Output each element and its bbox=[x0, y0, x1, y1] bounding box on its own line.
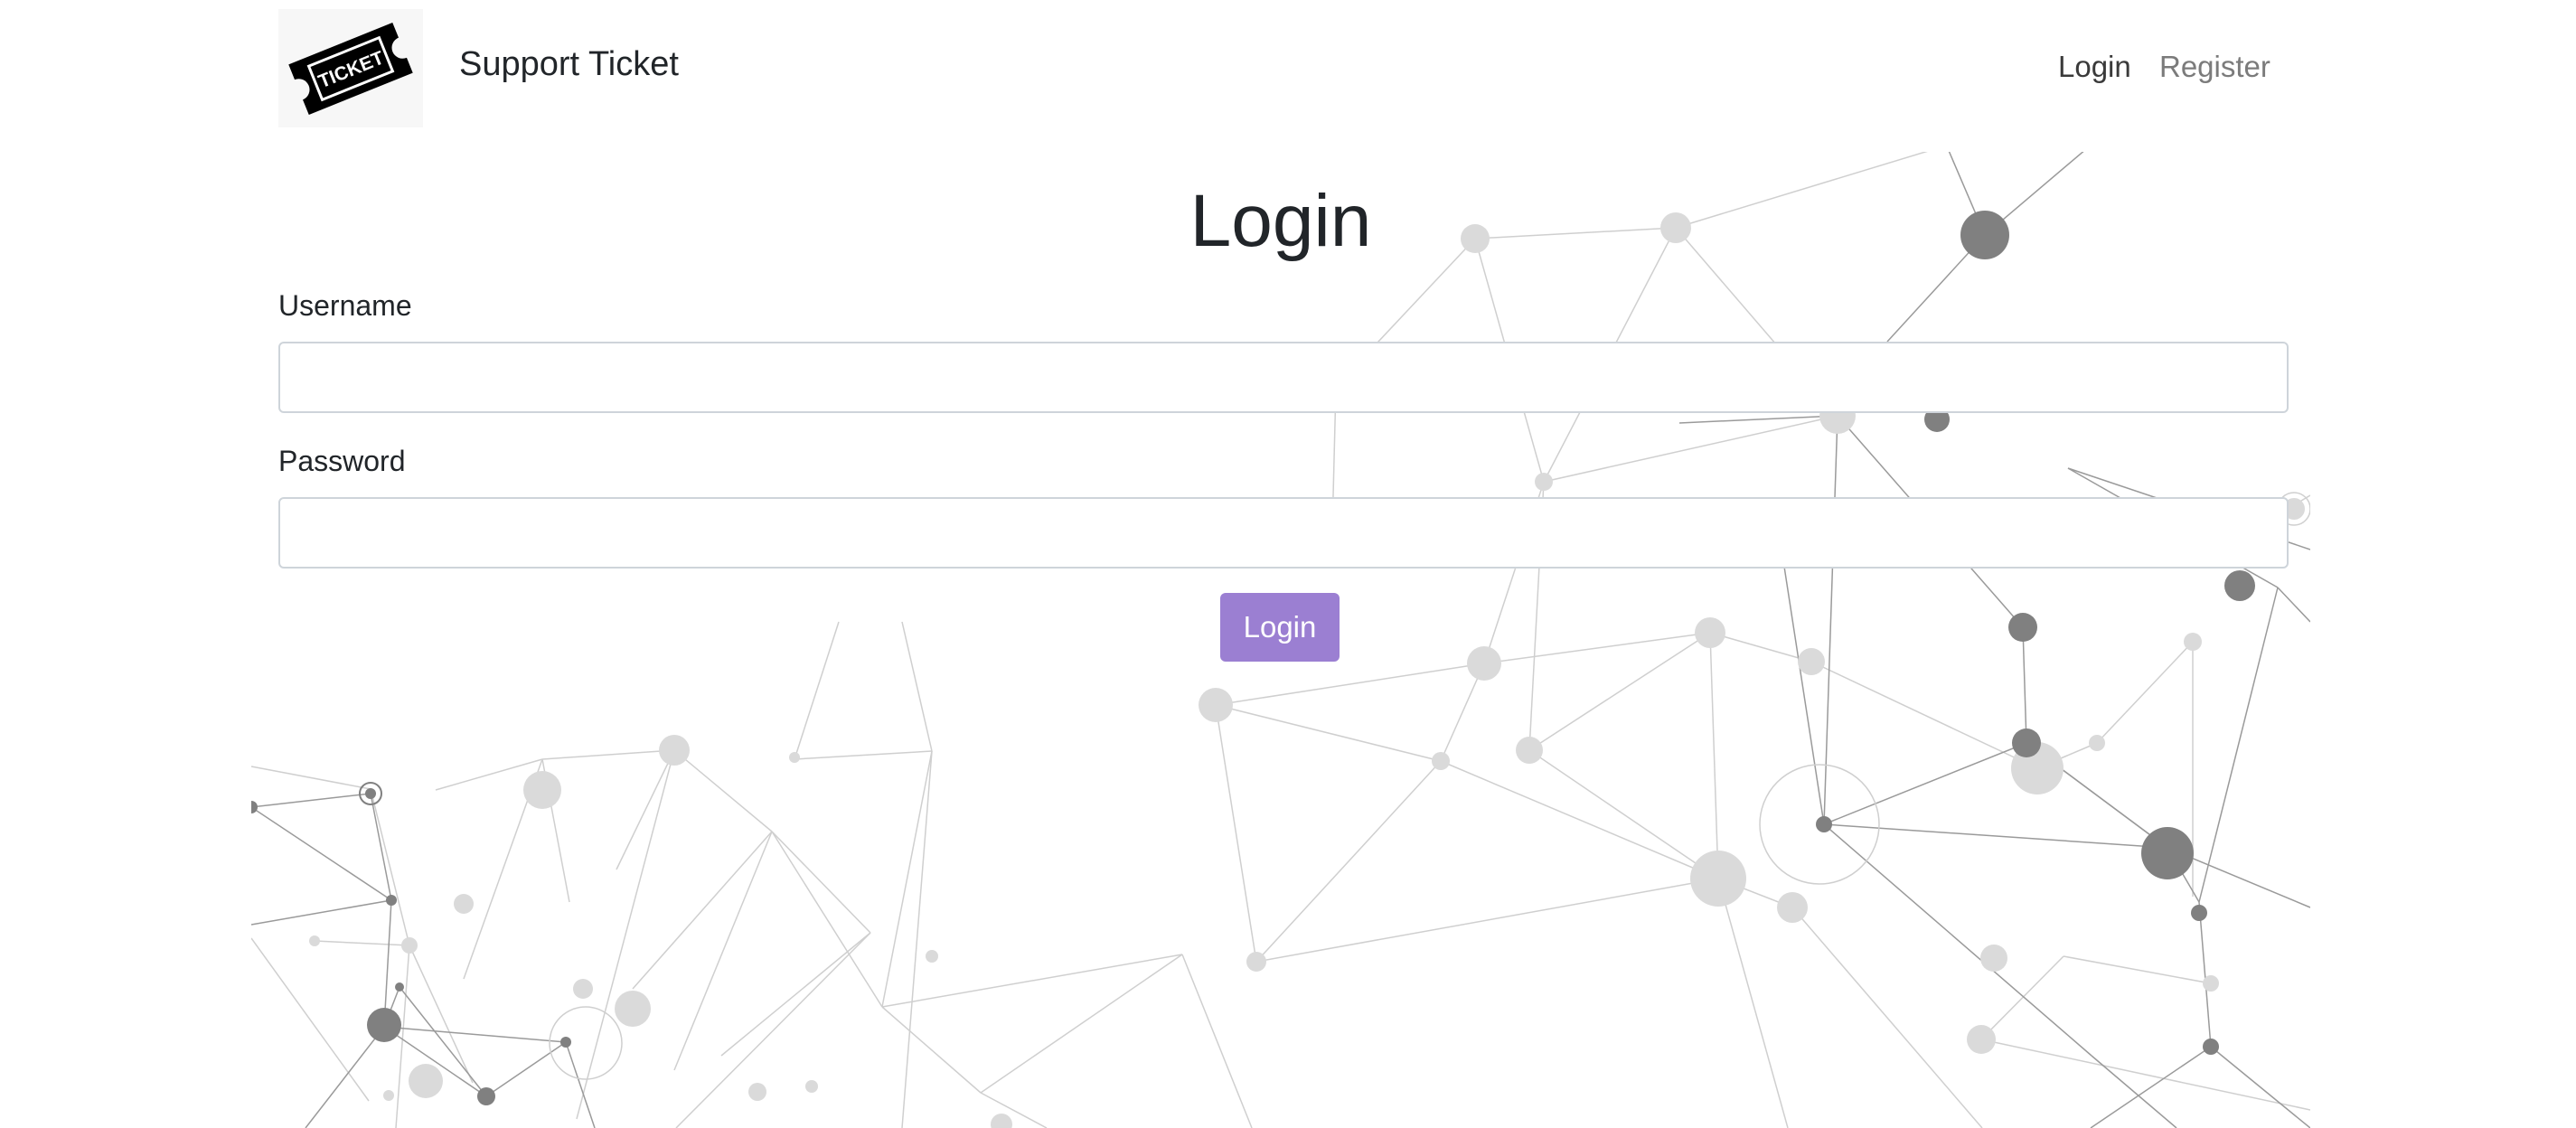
brand-name[interactable]: Support Ticket bbox=[459, 45, 679, 84]
username-label: Username bbox=[278, 289, 412, 322]
brand-logo[interactable]: TICKET bbox=[278, 9, 423, 127]
login-button[interactable]: Login bbox=[1220, 593, 1340, 662]
ticket-icon: TICKET bbox=[288, 22, 413, 116]
nav-link-login[interactable]: Login bbox=[2058, 50, 2131, 84]
password-label: Password bbox=[278, 445, 406, 477]
navbar: TICKET Support Ticket Login Register bbox=[278, 9, 2290, 130]
page-title: Login bbox=[1189, 180, 1372, 262]
password-input[interactable] bbox=[278, 497, 2289, 569]
username-input[interactable] bbox=[278, 342, 2289, 413]
nav-link-register[interactable]: Register bbox=[2159, 50, 2270, 84]
